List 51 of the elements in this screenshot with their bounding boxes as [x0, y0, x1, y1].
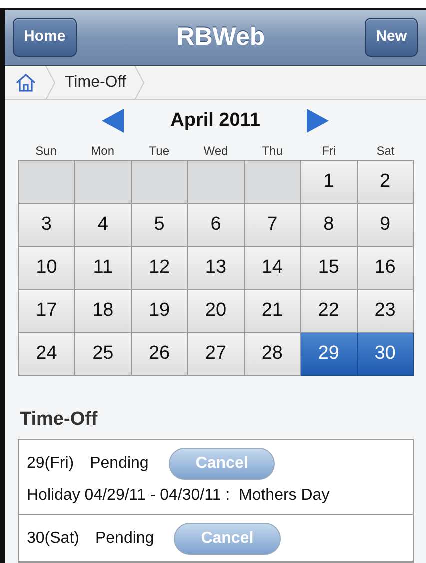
day-cell[interactable]: 27 — [188, 333, 245, 376]
entry-date: 29(Fri) — [27, 454, 74, 474]
day-cell[interactable]: 17 — [19, 290, 76, 333]
day-cell[interactable]: 3 — [19, 204, 76, 247]
day-cell[interactable]: 23 — [358, 290, 414, 333]
day-cell[interactable]: 10 — [19, 247, 76, 290]
day-cell[interactable]: 14 — [244, 247, 302, 290]
day-cell[interactable]: 4 — [75, 204, 132, 247]
weekday-label: Mon — [90, 143, 116, 160]
entry-status: Pending — [90, 454, 149, 474]
weekday-label: Sun — [34, 143, 58, 160]
section-title: Time-Off — [20, 408, 99, 432]
day-cell[interactable]: 15 — [301, 247, 358, 290]
day-cell[interactable]: 6 — [188, 204, 245, 247]
day-cell[interactable]: 1 — [301, 161, 358, 204]
month-title: April 2011 — [170, 108, 260, 133]
day-cell[interactable]: 18 — [75, 290, 132, 333]
weekday-label: Thu — [261, 143, 284, 160]
breadcrumb-link[interactable]: Time-Off — [65, 70, 126, 94]
day-cell[interactable]: 20 — [188, 290, 245, 333]
day-cell[interactable]: 25 — [75, 333, 132, 376]
day-cell[interactable]: 9 — [358, 204, 414, 247]
entry-date: 30(Sat) — [27, 528, 80, 548]
day-cell[interactable]: 21 — [244, 290, 302, 333]
day-cell[interactable]: 11 — [75, 247, 132, 290]
home-icon[interactable] — [15, 72, 37, 92]
day-cell[interactable]: 26 — [132, 333, 188, 376]
day-cell[interactable]: 30 — [358, 333, 414, 376]
day-cell[interactable]: 16 — [358, 247, 414, 290]
entry-status: Pending — [95, 528, 154, 548]
weekday-label: Tue — [148, 143, 171, 160]
day-cell[interactable]: 22 — [301, 290, 358, 333]
day-cell[interactable]: 5 — [132, 204, 188, 247]
day-cell[interactable]: 8 — [301, 204, 358, 247]
weekday-label: Fri — [321, 143, 338, 160]
entry-detail: Holiday 04/29/11 - 04/30/11 : Mothers Day — [27, 486, 331, 506]
home-button[interactable]: Home — [13, 18, 77, 57]
weekday-label: Wed — [202, 143, 230, 160]
weekday-label: Sat — [376, 143, 396, 160]
day-cell[interactable]: 28 — [244, 333, 302, 376]
day-cell[interactable]: 12 — [132, 247, 188, 290]
day-cell[interactable]: 24 — [19, 333, 76, 376]
app-title: RBWeb — [176, 22, 266, 53]
day-cell[interactable]: 7 — [244, 204, 302, 247]
day-cell[interactable]: 19 — [132, 290, 188, 333]
day-cell[interactable]: 2 — [358, 161, 414, 204]
day-cell[interactable]: 13 — [188, 247, 245, 290]
new-button[interactable]: New — [365, 18, 418, 57]
day-cell[interactable]: 29 — [301, 333, 358, 376]
next-arrow-icon[interactable] — [306, 108, 330, 134]
previous-arrow-icon[interactable] — [100, 108, 125, 134]
